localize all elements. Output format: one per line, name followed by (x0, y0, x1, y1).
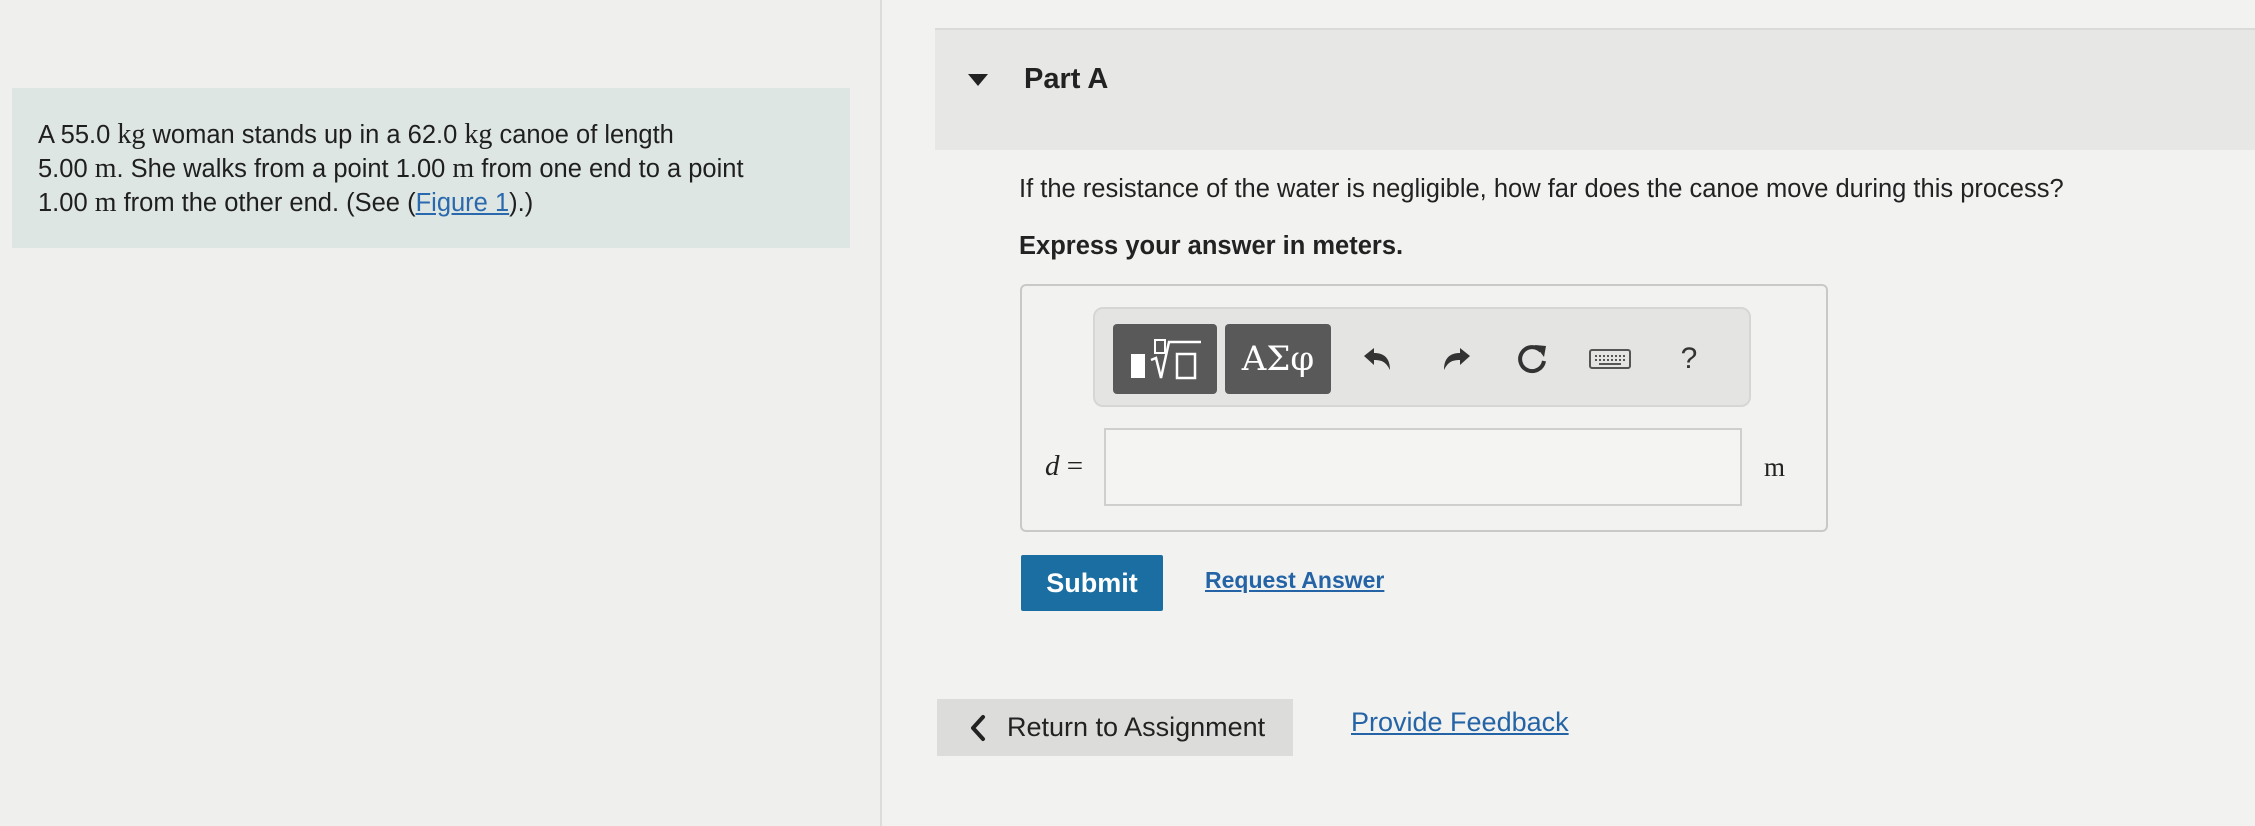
undo-button[interactable] (1354, 336, 1400, 382)
return-to-assignment-button[interactable]: Return to Assignment (937, 699, 1293, 756)
answer-input[interactable] (1104, 428, 1742, 506)
templates-icon (1131, 339, 1201, 380)
question-text: If the resistance of the water is neglig… (1019, 175, 2064, 203)
templates-button[interactable] (1113, 324, 1217, 394)
submit-button[interactable]: Submit (1021, 555, 1163, 611)
keyboard-icon (1589, 349, 1631, 369)
reset-button[interactable] (1509, 336, 1555, 382)
greek-symbols-button[interactable]: ΑΣφ (1225, 324, 1331, 394)
chevron-left-icon (971, 714, 985, 741)
figure-link[interactable]: Figure 1 (416, 189, 510, 217)
problem-line-3: 1.00 m from the other end. (See (Figure … (38, 187, 534, 218)
undo-icon (1364, 348, 1390, 370)
collapse-caret-icon[interactable] (968, 74, 988, 86)
answer-label: d = (1045, 450, 1084, 482)
problem-statement: A 55.0 kg woman stands up in a 62.0 kg c… (12, 88, 850, 248)
keyboard-button[interactable] (1586, 336, 1634, 382)
answer-instruction: Express your answer in meters. (1019, 232, 1404, 260)
redo-button[interactable] (1434, 336, 1480, 382)
problem-line-2: 5.00 m. She walks from a point 1.00 m fr… (38, 153, 744, 184)
return-label: Return to Assignment (1007, 712, 1266, 742)
part-header[interactable] (935, 30, 2255, 150)
answer-unit: m (1764, 452, 1786, 482)
redo-icon (1444, 348, 1470, 370)
problem-line-1: A 55.0 kg woman stands up in a 62.0 kg c… (38, 119, 674, 150)
help-button[interactable]: ? (1666, 336, 1712, 382)
provide-feedback-link[interactable]: Provide Feedback (1351, 707, 1569, 738)
request-answer-link[interactable]: Request Answer (1205, 567, 1384, 594)
reset-icon (1518, 345, 1546, 374)
part-title[interactable]: Part A (1024, 63, 1108, 96)
